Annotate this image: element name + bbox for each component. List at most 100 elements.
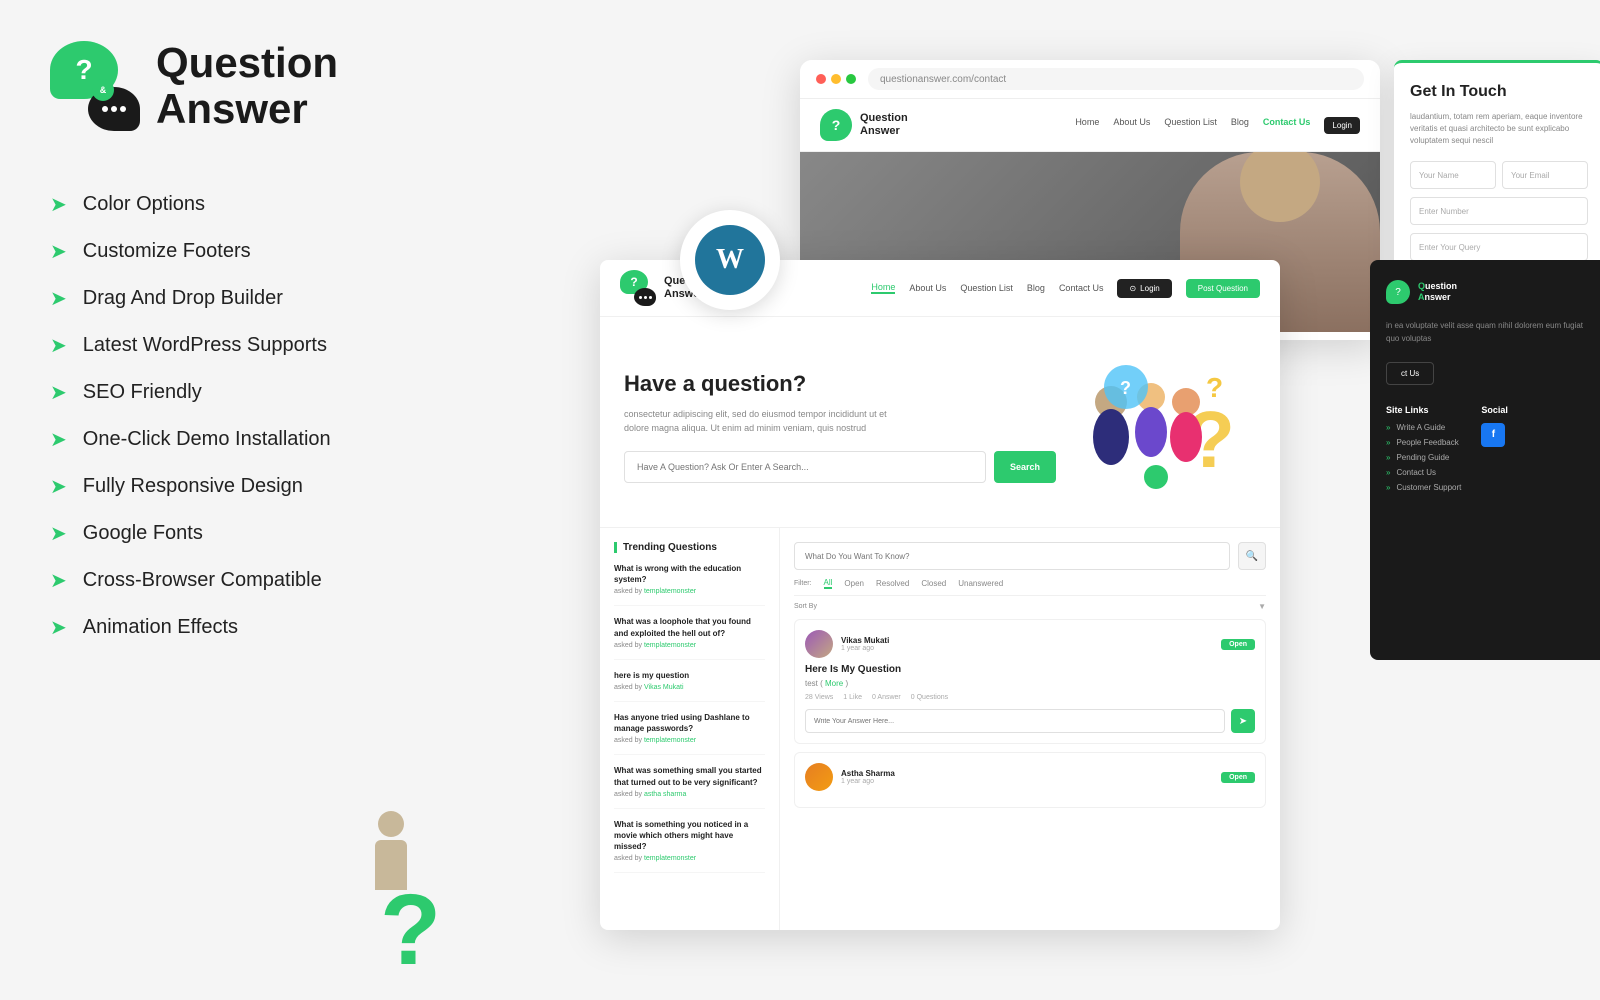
site-nav-top: ? Question Answer Home About Us Question…: [800, 99, 1380, 152]
site-logo-small: ? Question Answer: [820, 109, 908, 141]
logo-question-mark: ?: [75, 54, 92, 86]
rdp-logo-q: ?: [1395, 287, 1401, 298]
hero-title: Have a question?: [624, 371, 1056, 397]
arrow-icon: ➤: [50, 239, 67, 264]
list-item: ➤ Latest WordPress Supports: [50, 333, 520, 358]
list-item: ➤ Color Options: [50, 192, 520, 217]
hero-illustration: ? ? ?: [1056, 347, 1256, 507]
filter-tab-closed[interactable]: Closed: [921, 579, 946, 588]
site-logo-text: Question Answer: [860, 112, 908, 138]
arrow-icon: ➤: [50, 568, 67, 593]
dot-yellow: [831, 74, 841, 84]
filter-search-button[interactable]: 🔍: [1238, 542, 1266, 570]
list-item: ➤ One-Click Demo Installation: [50, 427, 520, 452]
sort-arrow[interactable]: ▼: [1258, 602, 1266, 611]
nav-link-contact[interactable]: Contact Us: [1263, 117, 1311, 134]
main-nav-contact[interactable]: Contact Us: [1059, 283, 1104, 293]
rdp-links-list: Write A Guide People Feedback Pending Gu…: [1386, 423, 1461, 492]
nav-link-qlist[interactable]: Question List: [1164, 117, 1217, 134]
login-button-top[interactable]: Login: [1324, 117, 1360, 134]
rdp-link-feedback[interactable]: People Feedback: [1386, 438, 1461, 447]
trending-asked-by: asked by templatemonster: [614, 737, 765, 744]
nav-link-about[interactable]: About Us: [1113, 117, 1150, 134]
q-more-link-1[interactable]: More: [825, 679, 843, 688]
trending-title: Trending Questions: [614, 542, 765, 553]
trending-question-text: What was something small you started tha…: [614, 765, 765, 787]
filter-tab-unanswered[interactable]: Unanswered: [958, 579, 1003, 588]
q-stats-1: 28 Views 1 Like 0 Answer 0 Questions: [805, 694, 1255, 701]
rdp-link-contact[interactable]: Contact Us: [1386, 468, 1461, 477]
questions-section: Trending Questions What is wrong with th…: [600, 528, 1280, 930]
wp-logo-inner: W: [695, 225, 765, 295]
rdp-contact-button[interactable]: ct Us: [1386, 362, 1434, 385]
q-answer-input-1: ➤: [805, 709, 1255, 733]
q-likes-1: 1 Like: [843, 694, 862, 701]
list-item: ➤ Customize Footers: [50, 239, 520, 264]
filter-search-input[interactable]: [794, 542, 1230, 570]
filter-tab-open[interactable]: Open: [844, 579, 864, 588]
trending-question-text: What is wrong with the education system?: [614, 563, 765, 585]
arrow-icon: ➤: [50, 286, 67, 311]
site-logo-icon: ?: [820, 109, 852, 141]
rdp-link-support[interactable]: Customer Support: [1386, 483, 1461, 492]
q-answer-field-1[interactable]: [805, 709, 1225, 733]
sort-bar: Sort By ▼: [794, 602, 1266, 611]
browser-url-bar: questionanswer.com/contact: [868, 68, 1364, 90]
browser-dots: [816, 74, 856, 84]
main-login-button[interactable]: ⊙ Login: [1117, 279, 1171, 298]
question-figure: ?: [370, 820, 500, 980]
arrow-icon: ➤: [50, 192, 67, 217]
rdp-tagline: in ea voluptate velit asse quam nihil do…: [1386, 320, 1594, 346]
rdp-link-write[interactable]: Write A Guide: [1386, 423, 1461, 432]
arrow-icon: ➤: [50, 474, 67, 499]
q-status-badge-2: Open: [1221, 772, 1255, 783]
main-questions-area: 🔍 Filter: All Open Resolved Closed Unans…: [780, 528, 1280, 930]
git-query-input[interactable]: Enter Your Query: [1410, 233, 1588, 261]
hero-search-button[interactable]: Search: [994, 451, 1056, 483]
arrow-icon: ➤: [50, 521, 67, 546]
q-card-header-1: Vikas Mukati 1 year ago Open: [805, 630, 1255, 658]
q-title-1[interactable]: Here Is My Question: [805, 664, 1255, 675]
git-email-input[interactable]: Your Email: [1502, 161, 1588, 189]
main-nav-about[interactable]: About Us: [909, 283, 946, 293]
trending-asked-by: asked by Vikas Mukati: [614, 684, 765, 691]
nav-link-home[interactable]: Home: [1075, 117, 1099, 134]
trending-item: What is something you noticed in a movie…: [614, 819, 765, 874]
q-answer-send-1[interactable]: ➤: [1231, 709, 1255, 733]
main-post-question-button[interactable]: Post Question: [1186, 279, 1260, 298]
site-nav-links-top: Home About Us Question List Blog Contact…: [1075, 117, 1360, 134]
filter-label: Filter:: [794, 580, 812, 587]
trending-question-text: What was a loophole that you found and e…: [614, 616, 765, 638]
facebook-icon[interactable]: f: [1481, 423, 1505, 447]
q-avatar-2: [805, 763, 833, 791]
hero-search-input[interactable]: [624, 451, 986, 483]
q-time-1: 1 year ago: [841, 645, 1213, 652]
q-card-header-2: Astha Sharma 1 year ago Open: [805, 763, 1255, 791]
main-nav-home[interactable]: Home: [871, 282, 895, 294]
nav-link-blog[interactable]: Blog: [1231, 117, 1249, 134]
trending-asked-by: asked by templatemonster: [614, 642, 765, 649]
main-nav-blog[interactable]: Blog: [1027, 283, 1045, 293]
rdp-link-pending[interactable]: Pending Guide: [1386, 453, 1461, 462]
filter-tab-resolved[interactable]: Resolved: [876, 579, 909, 588]
logo-area: ? & QuestionAnswer: [50, 40, 520, 132]
q-avatar-1: [805, 630, 833, 658]
q-meta-1: Vikas Mukati 1 year ago: [841, 636, 1213, 652]
main-nav-qlist[interactable]: Question List: [960, 283, 1013, 293]
trending-question-text: Has anyone tried using Dashlane to manag…: [614, 712, 765, 734]
trending-sidebar: Trending Questions What is wrong with th…: [600, 528, 780, 930]
hero-description: consectetur adipiscing elit, sed do eius…: [624, 407, 904, 436]
git-name-input[interactable]: Your Name: [1410, 161, 1496, 189]
filter-tab-all[interactable]: All: [824, 578, 833, 589]
main-logo-q: ?: [630, 275, 637, 289]
trending-item: here is my question asked by Vikas Mukat…: [614, 670, 765, 702]
arrow-icon: ➤: [50, 333, 67, 358]
filter-tabs: Filter: All Open Resolved Closed Unanswe…: [794, 578, 1266, 596]
dot-2: [111, 106, 117, 112]
trending-question-text: What is something you noticed in a movie…: [614, 819, 765, 853]
git-name-email-row: Your Name Your Email: [1410, 161, 1588, 189]
logo-icon: ? &: [50, 41, 140, 131]
git-title: Get In Touch: [1410, 83, 1588, 101]
git-phone-input[interactable]: Enter Number: [1410, 197, 1588, 225]
question-mark-decoration: ?: [380, 880, 441, 980]
